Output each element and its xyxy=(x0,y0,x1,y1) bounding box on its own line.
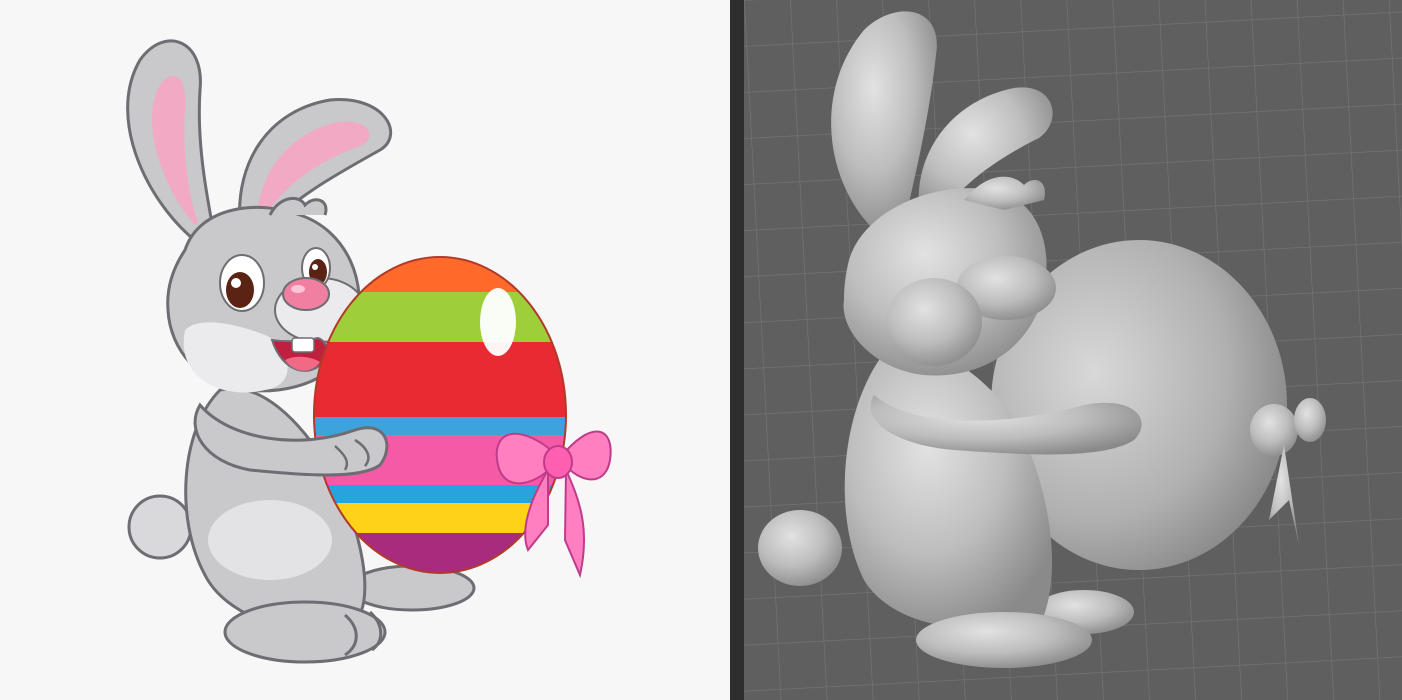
easter-egg-highlight xyxy=(480,288,516,356)
cartoon-panel xyxy=(0,0,730,700)
bunny-cartoon-illustration xyxy=(126,39,612,664)
bunny-nose-shine xyxy=(291,285,305,293)
bunny-belly xyxy=(208,500,332,580)
bunny-nose xyxy=(282,277,330,311)
bunny-3d-render xyxy=(744,0,1402,700)
bunny-right-eye-shine xyxy=(312,264,318,270)
bunny-front-foot xyxy=(223,600,387,664)
model-front-foot xyxy=(916,612,1092,668)
bunny-left-eye-shine xyxy=(231,278,241,288)
bunny-left-eye-iris xyxy=(226,272,254,308)
bunny-teeth xyxy=(291,337,315,353)
panel-divider xyxy=(730,0,744,700)
comparison-view xyxy=(0,0,1402,700)
model-cheek xyxy=(886,278,982,366)
render-panel xyxy=(744,0,1402,700)
model-tail xyxy=(758,510,842,586)
bunny-tail xyxy=(127,494,193,560)
